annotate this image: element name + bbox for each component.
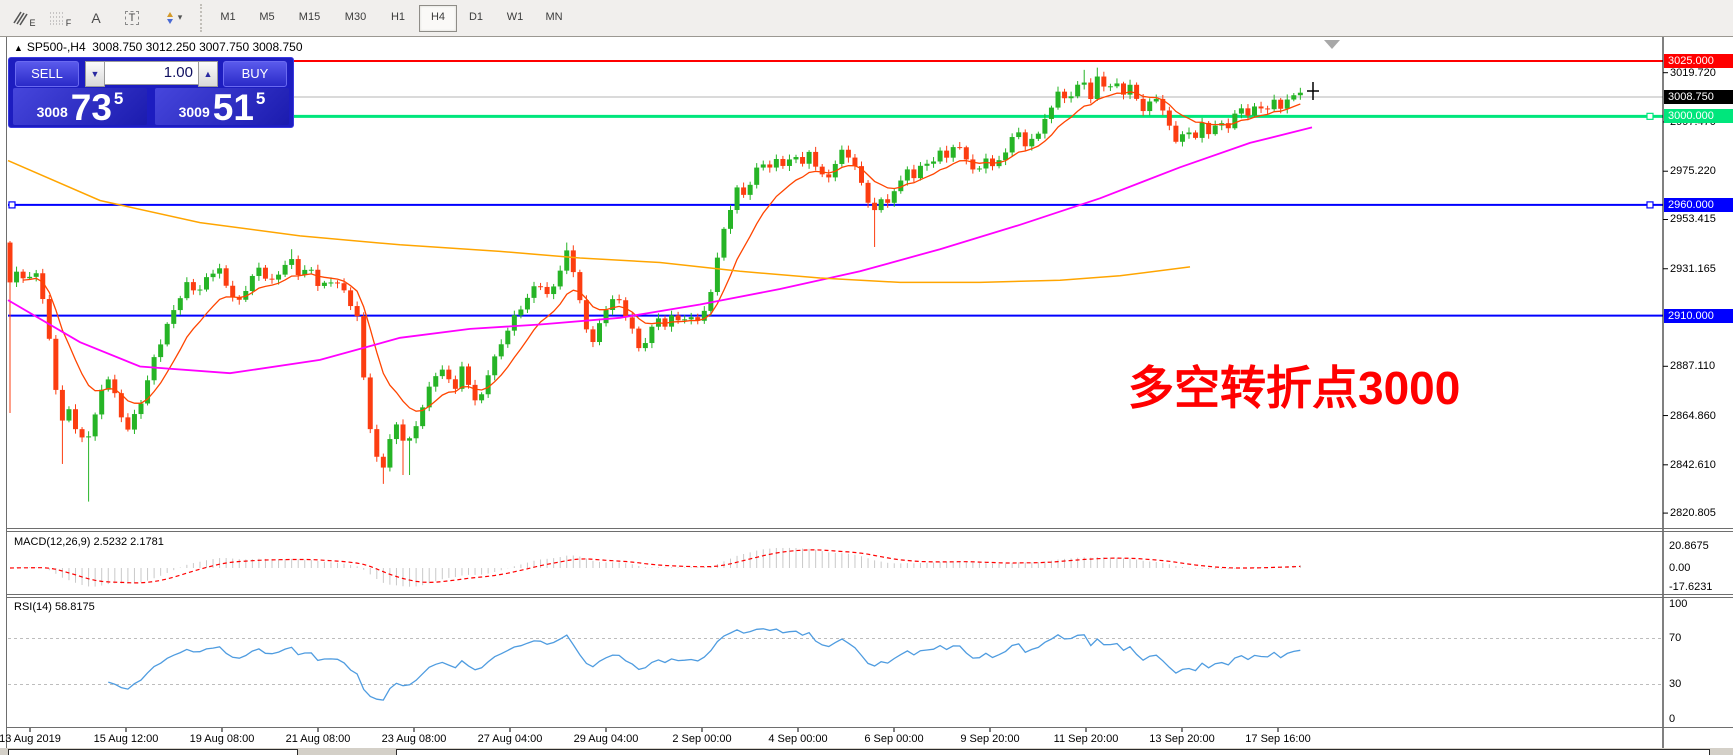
- top-toolbar: E F A T ▾ M1M5M15M30H1H4D1W1MN: [0, 0, 1733, 37]
- bid-price-sup: 5: [114, 89, 123, 109]
- macd-panel-border-1: [6, 528, 1733, 529]
- sell-button[interactable]: SELL: [15, 61, 79, 87]
- tf-button-H1[interactable]: H1: [380, 5, 416, 30]
- macd-panel-layer: [10, 548, 1300, 587]
- rsi-panel-border-1: [6, 594, 1733, 595]
- time-axis-label: 9 Sep 20:00: [960, 733, 1019, 745]
- ask-price-big: 51: [213, 91, 254, 124]
- price-axis-label: 2864.860: [1670, 410, 1716, 422]
- text-label-tool-button[interactable]: A: [80, 4, 112, 31]
- tf-button-M5[interactable]: M5: [249, 5, 285, 30]
- bottom-panel-box: [396, 749, 1710, 755]
- time-axis-label: 23 Aug 08:00: [382, 733, 447, 745]
- candlestick-layer: [8, 68, 1303, 502]
- macd-indicator-label: MACD(12,26,9) 2.5232 2.1781: [14, 536, 164, 548]
- rsi-indicator-label: RSI(14) 58.8175: [14, 601, 95, 613]
- buy-button[interactable]: BUY: [223, 61, 287, 87]
- macd-axis-label: -17.6231: [1669, 581, 1712, 593]
- one-click-trade-panel: SELL ▼ 1.00 ▲ BUY 3008 73 5 3009 51 5: [8, 57, 294, 128]
- tf-button-D1[interactable]: D1: [458, 5, 494, 30]
- text-box-tool-button[interactable]: T: [116, 4, 148, 31]
- bid-price-big: 73: [71, 91, 112, 124]
- rsi-axis-label: 0: [1669, 713, 1675, 725]
- tf-button-M30[interactable]: M30: [334, 5, 377, 30]
- time-axis-label: 13 Sep 20:00: [1149, 733, 1214, 745]
- text-a-icon: A: [91, 10, 100, 26]
- time-axis-label: 19 Aug 08:00: [190, 733, 255, 745]
- tf-button-M15[interactable]: M15: [288, 5, 331, 30]
- price-axis-badge: 3025.000: [1664, 54, 1733, 68]
- tool-sub-label: F: [66, 18, 72, 31]
- moving-average-lines: [8, 92, 1312, 411]
- price-axis-label: 2887.110: [1670, 360, 1715, 372]
- cycle-arrows-tool-button[interactable]: ▾: [152, 4, 192, 31]
- volume-increase-button[interactable]: ▲: [198, 61, 218, 87]
- time-axis-label: 4 Sep 00:00: [768, 733, 827, 745]
- tf-button-M1[interactable]: M1: [210, 5, 246, 30]
- tool-sub-label: E: [29, 18, 35, 31]
- rsi-panel-border-2[interactable]: [6, 597, 1733, 598]
- price-axis-badge: 3000.000: [1664, 109, 1733, 123]
- macd-axis-label: 20.8675: [1669, 540, 1709, 552]
- time-axis-label: 17 Sep 16:00: [1245, 733, 1310, 745]
- tf-button-MN[interactable]: MN: [536, 5, 572, 30]
- tf-button-H4[interactable]: H4: [419, 5, 457, 32]
- price-axis-label: 2820.805: [1670, 507, 1716, 519]
- chevron-down-icon: ▾: [178, 12, 183, 23]
- time-axis-label: 6 Sep 00:00: [864, 733, 923, 745]
- rsi-axis-label: 30: [1669, 678, 1681, 690]
- grid-draw-tool-button[interactable]: F: [44, 4, 76, 31]
- rsi-axis-label: 70: [1669, 632, 1681, 644]
- time-axis-label: 21 Aug 08:00: [286, 733, 351, 745]
- hatch-icon: [12, 10, 28, 26]
- price-axis-label: 2953.415: [1670, 213, 1716, 225]
- time-axis-label: 13 Aug 2019: [0, 733, 61, 745]
- time-axis-label: 27 Aug 04:00: [478, 733, 543, 745]
- price-axis-badge: 2910.000: [1664, 309, 1733, 323]
- macd-panel-border-2[interactable]: [6, 531, 1733, 532]
- chart-symbol-header: ▲ SP500-,H4 3008.750 3012.250 3007.750 30…: [14, 40, 303, 54]
- ohlc-values: 3008.750 3012.250 3007.750 3008.750: [92, 40, 302, 54]
- symbol-period-label: SP500-,H4: [27, 40, 86, 54]
- toolbar-separator: [200, 4, 207, 32]
- ask-price-small: 3009: [179, 104, 210, 120]
- tf-button-W1[interactable]: W1: [497, 5, 533, 30]
- volume-decrease-button[interactable]: ▼: [85, 61, 105, 87]
- ask-price-tile[interactable]: 3009 51 5: [155, 88, 289, 125]
- trading-terminal-window: E F A T ▾ M1M5M15M30H1H4D1W1MN ▲ SP500-,H…: [0, 0, 1733, 755]
- price-axis-label: 2842.610: [1670, 459, 1716, 471]
- volume-input[interactable]: 1.00: [104, 61, 200, 85]
- time-axis-label: 2 Sep 00:00: [672, 733, 731, 745]
- time-axis-label: 11 Sep 20:00: [1054, 733, 1119, 745]
- time-axis-label: 15 Aug 12:00: [94, 733, 159, 745]
- price-axis-badge: 3008.750: [1664, 90, 1733, 104]
- collapse-triangle-icon[interactable]: ▲: [14, 43, 23, 53]
- bid-price-tile[interactable]: 3008 73 5: [13, 88, 147, 125]
- hatch-draw-tool-button[interactable]: E: [8, 4, 40, 31]
- grid-icon: [49, 11, 65, 25]
- bottom-panel-box: [8, 749, 298, 755]
- price-axis-label: 3019.720: [1670, 67, 1716, 79]
- chart-annotation-text[interactable]: 多空转折点3000: [1128, 352, 1460, 418]
- ask-price-sup: 5: [256, 89, 265, 109]
- rsi-axis-label: 100: [1669, 598, 1687, 610]
- boxed-t-icon: T: [125, 11, 140, 25]
- price-axis-badge: 2960.000: [1664, 198, 1733, 212]
- price-axis-label: 2931.165: [1670, 263, 1716, 275]
- time-axis-label: 29 Aug 04:00: [574, 733, 639, 745]
- up-down-arrows-icon: [162, 10, 178, 26]
- price-axis-label: 2975.220: [1670, 165, 1716, 177]
- macd-axis-label: 0.00: [1669, 562, 1690, 574]
- rsi-panel-layer: [8, 629, 1663, 700]
- bid-price-small: 3008: [37, 104, 68, 120]
- chart-shift-marker: [1324, 40, 1340, 49]
- time-axis-border: [6, 727, 1733, 728]
